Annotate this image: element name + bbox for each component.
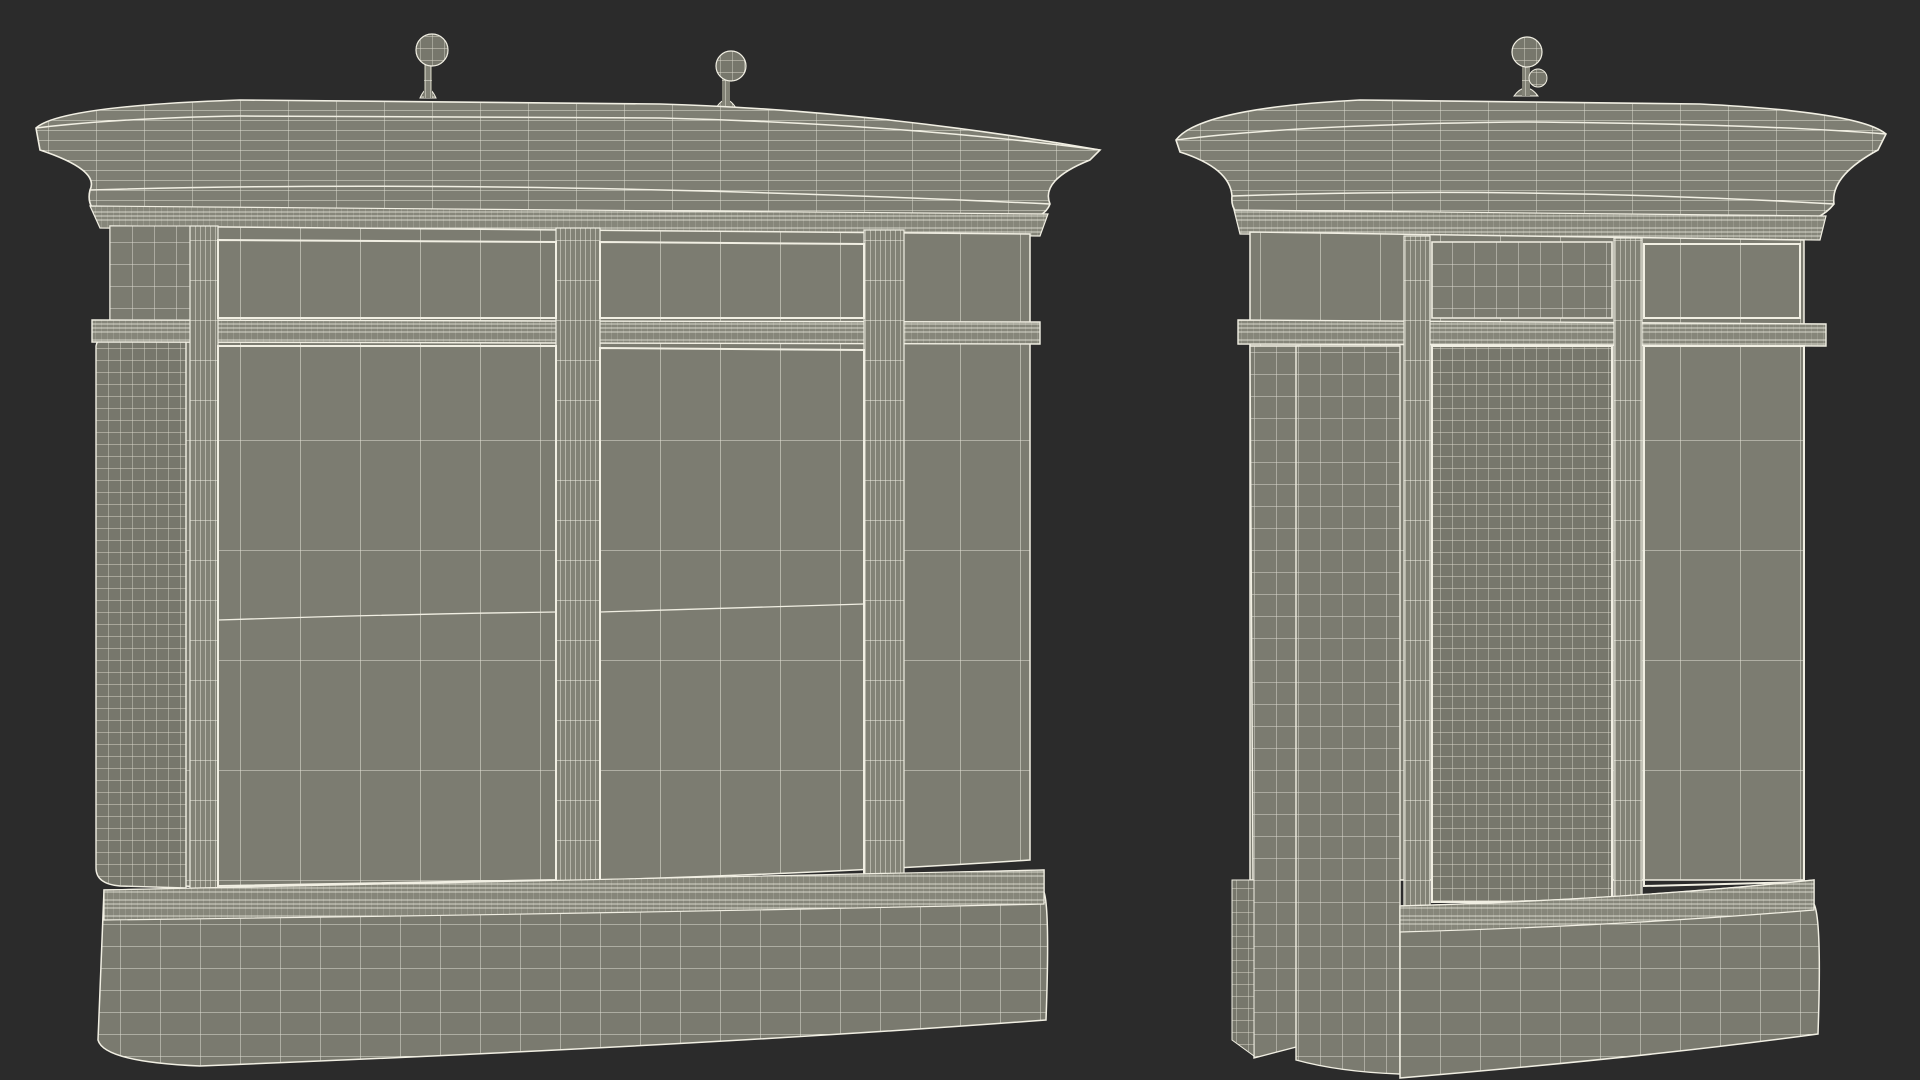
center-panel (1431, 345, 1613, 903)
door-panel (1295, 345, 1401, 1075)
pillar-3 (863, 229, 905, 881)
door-opening (1249, 345, 1301, 1059)
finial-left (415, 33, 449, 99)
pillar-1 (1403, 235, 1431, 919)
pillar-1 (189, 225, 219, 893)
curved-end-panel (95, 331, 187, 889)
pillar-2 (1613, 237, 1643, 915)
wireframe-render (35, 33, 1887, 1079)
render-viewport (0, 0, 1920, 1080)
finial (1511, 36, 1548, 97)
kiosk-side-view (1175, 36, 1887, 1079)
kiosk-front-view (35, 33, 1102, 1067)
pillar-2 (555, 227, 601, 885)
roof (1175, 99, 1887, 225)
finial-right (715, 50, 747, 110)
